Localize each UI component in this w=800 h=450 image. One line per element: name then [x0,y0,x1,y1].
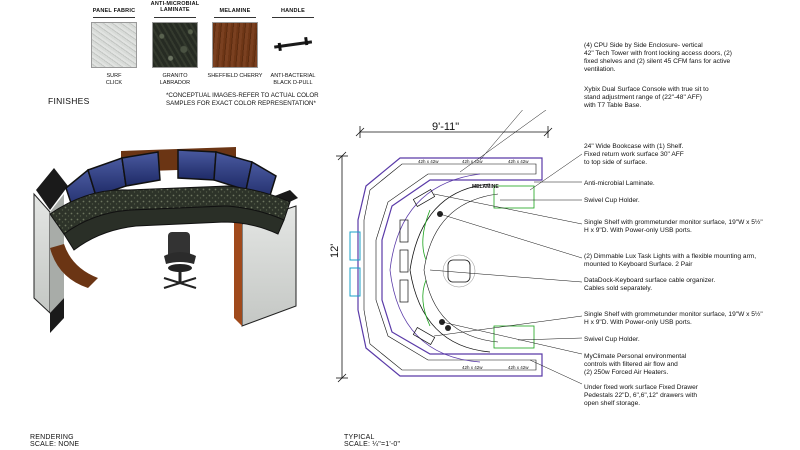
callout-cup-holder-2: Swivel Cup Holder. [584,336,640,343]
plan-caption: TYPICAL SCALE: ¼"=1'-0" [344,434,401,448]
callout-myclimate: MyClimate Personal environmental controls… [584,353,687,376]
callout-laminate: Anti-microbial Laminate. [584,180,655,187]
finishes-title: FINISHES [48,96,90,106]
swatch-header-rule [93,17,135,18]
swatch-label-handle: ANTI-BACTERIAL BLACK D-PULL [270,73,316,86]
plan-width-dimension: 9'-11" [432,121,460,133]
callout-dual-surface-console: Xybix Dual Surface Console with true sit… [584,86,709,109]
rendering-image [28,128,328,348]
plan-height-dimension: 12' [329,243,341,258]
plan-small-label: 42h x 42w [508,365,529,370]
swatch-label-melamine: SHEFFIELD CHERRY [207,73,263,79]
handle-d-pull-image [270,22,316,68]
plan-small-label: 42h x 42w [508,159,529,164]
callout-bookcase: 24" Wide Bookcase with (1) Shelf. Fixed r… [584,143,684,166]
swatch-header-melamine: MELAMINE [219,8,251,14]
swatch-laminate-granite [152,22,198,68]
swatch-header-panel-fabric: PANEL FABRIC [92,8,136,14]
swatch-melamine-cherry [212,22,258,68]
swatch-label-laminate: GRANITO LABRADOR [159,73,191,86]
swatch-header-rule [214,17,256,18]
plan-melamine-tag: MELAMINE [472,184,499,190]
callout-monitor-shelf: Single Shelf with grommetunder monitor s… [584,219,763,234]
callout-drawer-pedestals: Under fixed work surface Fixed Drawer Ped… [584,384,698,407]
swatch-header-handle: HANDLE [280,8,306,14]
rendering-caption: RENDERING SCALE: NONE [30,434,80,448]
swatch-panel-fabric [91,22,137,68]
callout-datadock: DataDock-Keyboard surface cable organize… [584,277,716,292]
plan-small-label: 42h x 42w [418,159,439,164]
callout-monitor-shelf-2: Single Shelf with grommetunder monitor s… [584,311,763,326]
callout-cpu-enclosure: (4) CPU Side by Side Enclosure- vertical… [584,42,732,73]
floor-plan-drawing [330,39,600,390]
swatch-header-rule [154,17,196,18]
finishes-note: *CONCEPTUAL IMAGES-REFER TO ACTUAL COLOR… [166,92,319,107]
plan-small-label: 42h x 42w [462,365,483,370]
callout-cup-holder: Swivel Cup Holder. [584,197,640,204]
swatch-label-panel-fabric: SURF CLICK [105,73,123,86]
swatch-header-laminate: ANTI-MICROBIAL LAMINATE [150,1,200,13]
callout-task-lights: (2) Dimmable Lux Task Lights with a flex… [584,253,757,268]
plan-small-label: 42h x 42w [462,159,483,164]
swatch-header-rule [272,17,314,18]
